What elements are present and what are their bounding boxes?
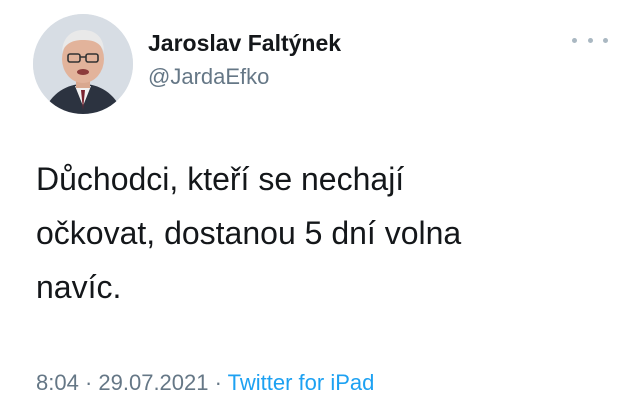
author-handle[interactable]: @JardaEfko bbox=[148, 64, 269, 90]
dot bbox=[572, 37, 577, 43]
tweet-time[interactable]: 8:04 bbox=[36, 370, 79, 395]
meta-separator: · bbox=[78, 370, 99, 395]
tweet-text: Důchodci, kteří se nechají očkovat, dost… bbox=[36, 161, 462, 305]
dot bbox=[587, 37, 593, 43]
tweet-source-link[interactable]: Twitter for iPad bbox=[228, 370, 375, 395]
tweet-card: Jaroslav Faltýnek @JardaEfko Důchodci, k… bbox=[0, 0, 640, 414]
more-horizontal-icon[interactable] bbox=[572, 32, 608, 48]
meta-separator: · bbox=[208, 370, 228, 395]
avatar-image bbox=[33, 14, 133, 114]
avatar[interactable] bbox=[33, 14, 133, 114]
tweet-meta: 8:04 · 29.07.2021 · Twitter for iPad bbox=[36, 370, 374, 396]
dot bbox=[603, 37, 608, 43]
tweet-date[interactable]: 29.07.2021 bbox=[98, 370, 208, 395]
author-display-name[interactable]: Jaroslav Faltýnek bbox=[148, 30, 341, 57]
